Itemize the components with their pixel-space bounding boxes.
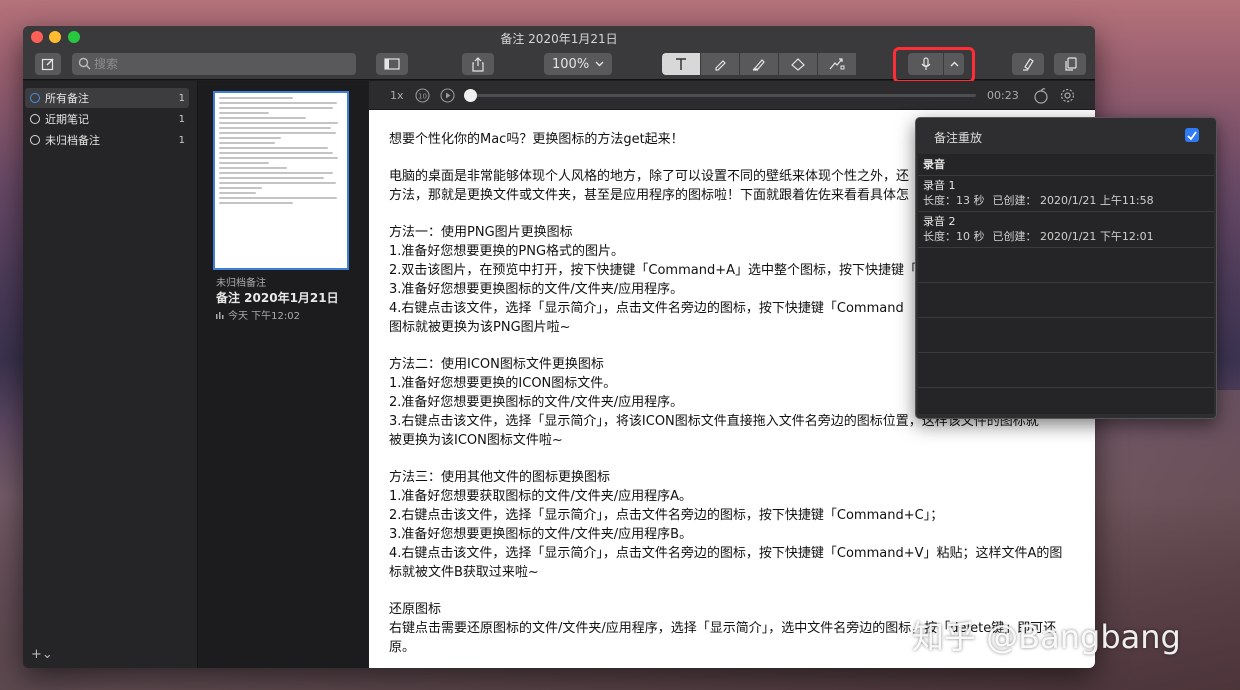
- record-button-highlight: [893, 47, 975, 83]
- recording-meta: 长度：10 秒已创建： 2020/1/21 下午12:01: [923, 230, 1154, 243]
- radio-icon: [30, 114, 40, 124]
- eraser-tool-button[interactable]: [779, 53, 818, 75]
- annotation-tools: [662, 53, 896, 75]
- window-title: 备注 2020年1月21日: [500, 32, 618, 46]
- note-title: 备注 2020年1月21日: [216, 291, 339, 305]
- popover-header: 备注重放: [916, 118, 1216, 154]
- empty-row: [918, 283, 1214, 318]
- sidebar-item-count: 1: [178, 134, 185, 146]
- copy-icon: [1064, 57, 1077, 71]
- audio-playback-bar: 1x 10 00:23: [369, 81, 1095, 110]
- sidebar-item-label: 近期笔记: [45, 113, 89, 126]
- playback-time: 00:23: [987, 89, 1019, 102]
- recording-row[interactable]: 录音 1 长度：13 秒已创建： 2020/1/21 上午11:58: [918, 176, 1214, 212]
- highlighter-icon: [752, 59, 765, 71]
- search-field[interactable]: [72, 53, 356, 75]
- gear-icon[interactable]: [1059, 87, 1076, 104]
- sidebar-item-unfiled-notes[interactable]: 未归档备注 1: [25, 130, 189, 150]
- watermark: 知乎 @Bangbang: [912, 618, 1181, 656]
- sidebar: 所有备注 1 近期笔记 1 未归档备注 1 +⌄: [23, 81, 198, 668]
- playback-checkbox[interactable]: [1185, 128, 1199, 142]
- recording-name: 录音 2: [923, 215, 956, 228]
- playback-popover: 备注重放 录音 录音 1 长度：13 秒已创建： 2020/1/21 上午11:…: [915, 117, 1217, 419]
- pen-tool-button[interactable]: [701, 53, 740, 75]
- sidebar-icon: [384, 58, 400, 70]
- note-thumbnail[interactable]: [213, 91, 349, 270]
- share-icon: [472, 56, 484, 72]
- popover-title: 备注重放: [934, 131, 983, 145]
- text-icon: [676, 58, 686, 70]
- recordings-column-header: 录音: [918, 154, 1214, 176]
- sidebar-item-count: 1: [178, 113, 185, 125]
- paragraph-method-3: 方法三：使用其他文件的图标更换图标 1.准备好您想要获取图标的文件/文件夹/应用程…: [389, 470, 1063, 580]
- new-note-button[interactable]: [35, 53, 61, 75]
- radio-icon: [30, 93, 40, 103]
- note-folder-label: 未归档备注: [216, 278, 266, 289]
- radio-icon: [30, 135, 40, 145]
- playback-scrubber[interactable]: [466, 94, 976, 97]
- checkmark-icon: [1187, 130, 1197, 140]
- empty-row: [918, 248, 1214, 283]
- marker-icon: [1023, 58, 1034, 71]
- pen-icon: [715, 60, 726, 71]
- recording-name: 录音 1: [923, 179, 956, 192]
- chevron-down-icon: [595, 61, 604, 67]
- note-date: 今天 下午12:02: [228, 311, 300, 322]
- audio-level-icon: [216, 311, 224, 319]
- compose-icon: [41, 58, 54, 71]
- sidebar-item-count: 1: [178, 92, 185, 104]
- share-button[interactable]: [462, 53, 494, 75]
- sidebar-toggle-button[interactable]: [376, 53, 408, 75]
- pointer-icon: [829, 58, 845, 70]
- tomato-icon[interactable]: [1033, 87, 1049, 104]
- zoom-value: 100%: [552, 56, 590, 72]
- note-date-row: 今天 下午12:02: [216, 307, 300, 322]
- copy-button[interactable]: [1054, 53, 1086, 75]
- play-icon[interactable]: [439, 87, 456, 104]
- add-folder-button[interactable]: +⌄: [31, 647, 53, 662]
- recordings-table: 录音 录音 1 长度：13 秒已创建： 2020/1/21 上午11:58 录音…: [918, 154, 1214, 414]
- note-list: 未归档备注 备注 2020年1月21日 今天 下午12:02: [199, 81, 368, 668]
- search-input[interactable]: [94, 55, 344, 73]
- svg-text:10: 10: [418, 93, 427, 101]
- markup-button[interactable]: [1012, 53, 1044, 75]
- pointer-tool-button[interactable]: [818, 53, 857, 75]
- scrubber-knob[interactable]: [464, 89, 477, 102]
- sidebar-item-label: 所有备注: [45, 92, 89, 105]
- empty-row: [918, 353, 1214, 388]
- search-icon: [78, 57, 91, 70]
- sidebar-item-all-notes[interactable]: 所有备注 1: [25, 88, 189, 108]
- text-tool-button[interactable]: [662, 53, 701, 75]
- playback-speed-button[interactable]: 1x: [390, 89, 404, 102]
- zoom-select[interactable]: 100%: [544, 53, 612, 75]
- empty-row: [918, 318, 1214, 353]
- eraser-icon: [790, 58, 805, 71]
- recording-meta: 长度：13 秒已创建： 2020/1/21 上午11:58: [923, 194, 1154, 207]
- recording-row[interactable]: 录音 2 长度：10 秒已创建： 2020/1/21 下午12:01: [918, 212, 1214, 248]
- sidebar-item-label: 未归档备注: [45, 134, 100, 147]
- skip-back-icon[interactable]: 10: [414, 87, 431, 104]
- title-bar: 备注 2020年1月21日: [23, 26, 1095, 48]
- highlighter-tool-button[interactable]: [740, 53, 779, 75]
- sidebar-item-recent-notes[interactable]: 近期笔记 1: [25, 109, 189, 129]
